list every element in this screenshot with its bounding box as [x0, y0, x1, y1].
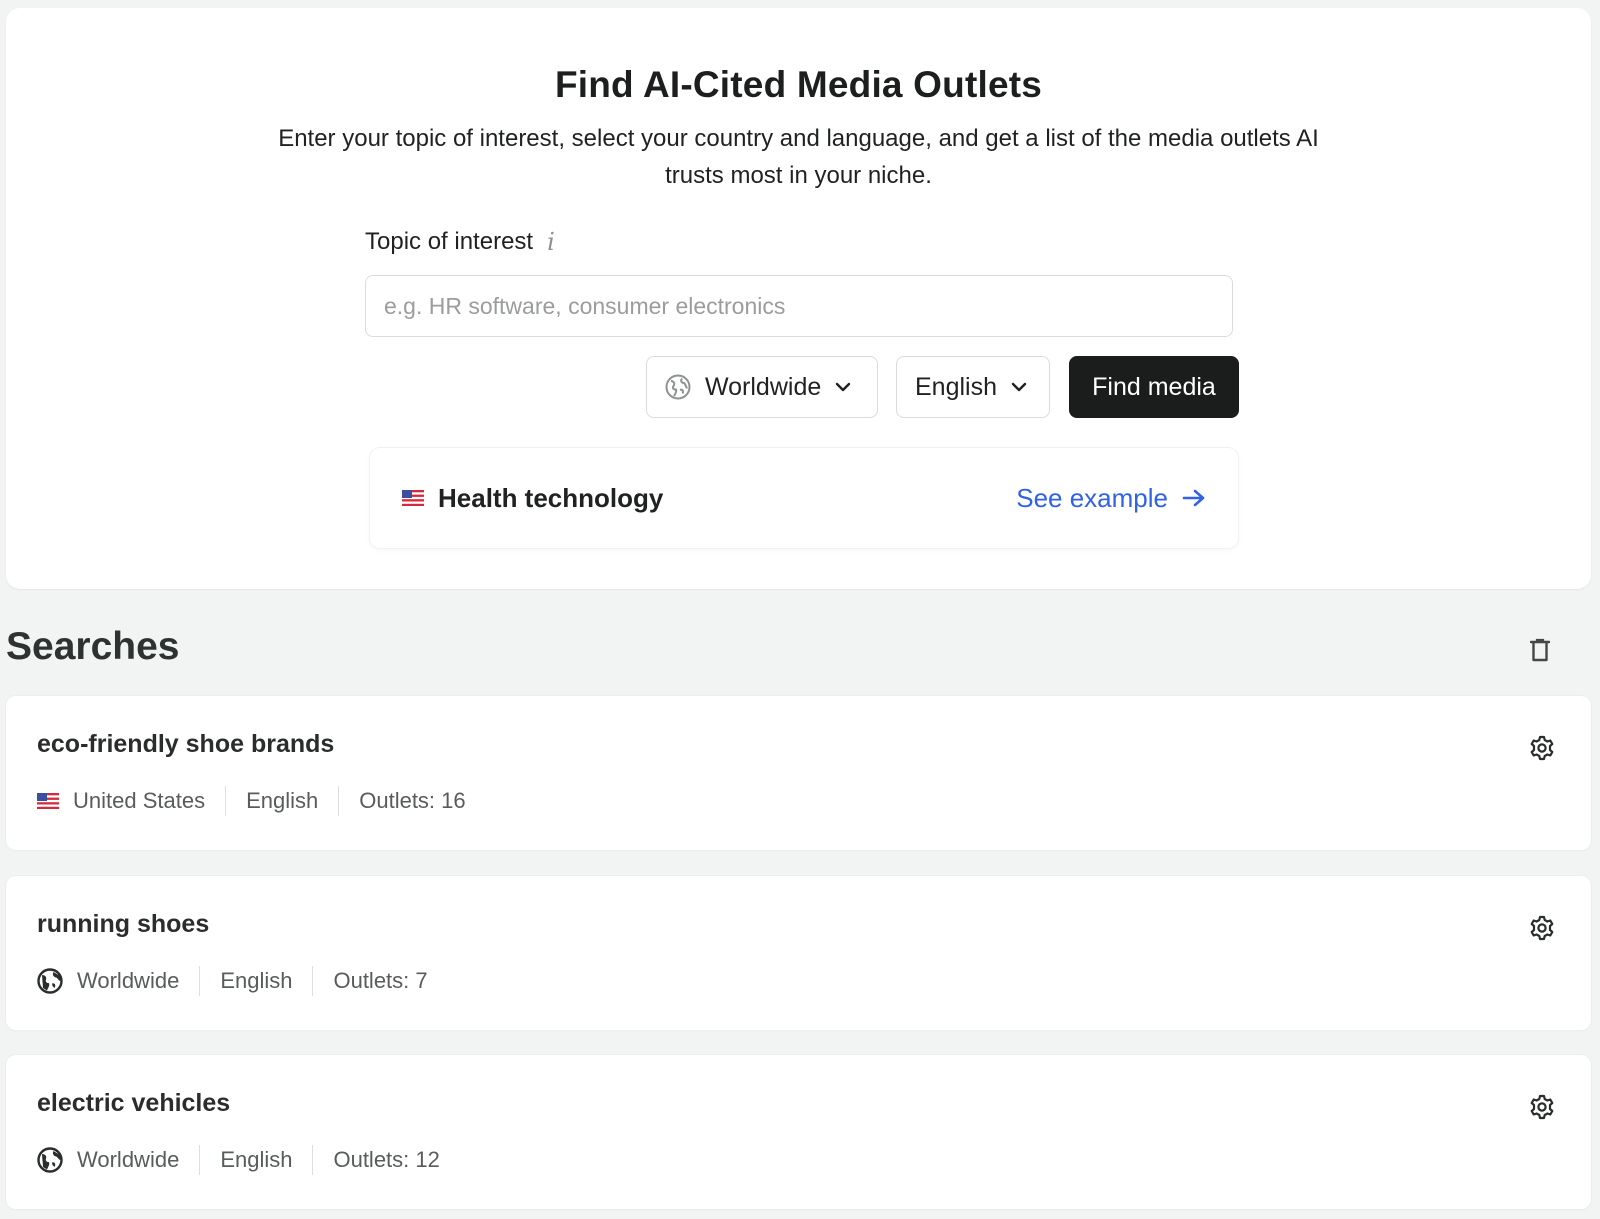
searches-title: Searches [6, 625, 180, 668]
search-country: Worldwide [77, 968, 180, 993]
search-name: running shoes [37, 910, 210, 938]
language-select-value: English [915, 372, 997, 401]
search-meta: Worldwide English Outlets: 7 [37, 964, 448, 998]
gear-icon [1529, 735, 1555, 761]
search-settings-button[interactable] [1527, 913, 1557, 943]
language-select[interactable]: English [896, 356, 1050, 418]
info-icon[interactable]: i [547, 228, 555, 256]
chevron-down-icon [835, 382, 851, 392]
clear-searches-button[interactable] [1524, 634, 1556, 666]
gear-icon [1529, 915, 1555, 941]
find-media-button[interactable]: Find media [1069, 356, 1239, 418]
search-name: electric vehicles [37, 1089, 231, 1117]
search-outlets: Outlets: 12 [333, 1147, 440, 1172]
search-country: United States [73, 788, 206, 813]
search-form-card: Find AI-Cited Media Outlets Enter your t… [6, 8, 1591, 589]
search-outlets: Outlets: 7 [333, 968, 428, 993]
globe-icon [37, 968, 63, 994]
topic-input[interactable] [365, 275, 1233, 337]
topic-label: Topic of interest i [365, 228, 555, 256]
country-select[interactable]: Worldwide [646, 356, 878, 418]
us-flag-icon [37, 793, 59, 809]
gear-icon [1529, 1094, 1555, 1120]
search-language: English [246, 788, 319, 813]
trash-icon [1530, 638, 1550, 662]
topic-label-text: Topic of interest [365, 228, 534, 255]
search-meta: Worldwide English Outlets: 12 [37, 1143, 460, 1177]
search-card[interactable]: eco-friendly shoe brands United States E… [6, 696, 1591, 850]
search-settings-button[interactable] [1527, 1092, 1557, 1122]
globe-icon [37, 1147, 63, 1173]
example-card[interactable]: Health technology See example [370, 448, 1238, 548]
see-example-link[interactable]: See example [1016, 483, 1206, 514]
arrow-right-icon [1182, 488, 1206, 508]
page-title: Find AI-Cited Media Outlets [554, 64, 1043, 105]
globe-icon [665, 374, 691, 400]
search-outlets: Outlets: 16 [359, 788, 466, 813]
search-meta: United States English Outlets: 16 [37, 784, 486, 818]
page-subtitle: Enter your topic of interest, select you… [278, 125, 1319, 189]
search-card[interactable]: electric vehicles Worldwide English Outl… [6, 1055, 1591, 1209]
country-select-value: Worldwide [705, 372, 822, 401]
search-settings-button[interactable] [1527, 733, 1557, 763]
search-name: eco-friendly shoe brands [37, 730, 335, 758]
see-example-label: See example [1016, 482, 1168, 513]
chevron-down-icon [1011, 382, 1027, 392]
us-flag-icon [402, 490, 424, 506]
search-card[interactable]: running shoes Worldwide English Outlets:… [6, 876, 1591, 1030]
search-language: English [220, 1147, 293, 1172]
search-language: English [220, 968, 293, 993]
example-topic: Health technology [438, 482, 664, 513]
search-country: Worldwide [77, 1147, 180, 1172]
